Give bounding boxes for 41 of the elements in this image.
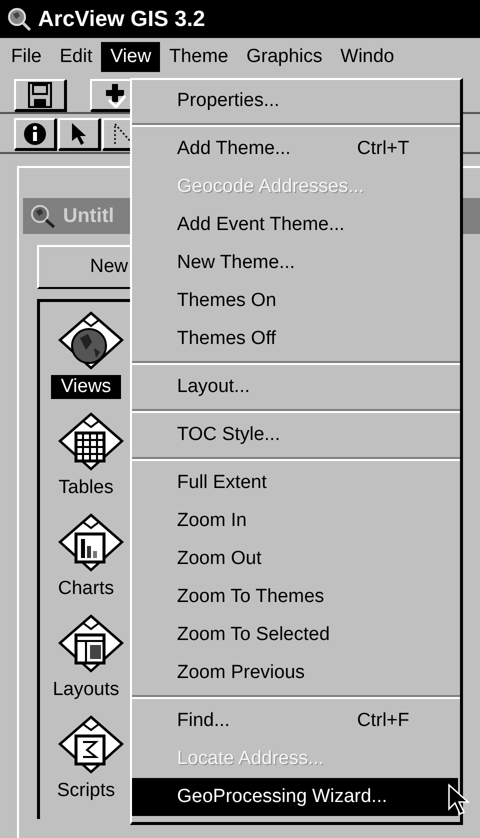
menu-bar-item[interactable]: Theme [160,42,238,72]
document-type-label[interactable]: Tables [54,476,118,500]
document-type-label[interactable]: Charts [54,577,118,601]
menu-item[interactable]: Zoom Previous [132,654,460,692]
menu-item[interactable]: Themes Off [132,320,460,358]
menu-item[interactable]: Zoom To Selected [132,616,460,654]
info-icon [23,122,47,146]
project-title: Untitl [63,204,114,228]
menu-item[interactable]: Add Theme... Ctrl+T [132,130,460,168]
globe-magnifier-icon [29,203,57,229]
plus-check-icon [103,82,129,108]
layouts-document-icon[interactable] [56,613,126,675]
menu-item[interactable]: Zoom Out [132,540,460,578]
scripts-document-icon[interactable] [56,714,126,776]
tables-document-icon[interactable] [56,411,126,473]
menu-item[interactable]: GeoProcessing Wizard... [132,778,458,816]
menu-item[interactable]: Find... Ctrl+F [132,702,460,740]
menu-bar-item[interactable]: View [101,42,160,72]
menu-bar-item[interactable]: Graphics [237,42,332,72]
document-type-label[interactable]: Layouts [48,678,124,702]
document-type-label[interactable]: Views [50,375,122,399]
menu-item[interactable]: Properties... [132,82,460,120]
menu-item[interactable]: Zoom In [132,502,460,540]
document-type-label[interactable]: Scripts [52,779,120,803]
menu-bar-item[interactable]: Windo [331,42,404,72]
menu-item[interactable]: Zoom To Themes [132,578,460,616]
identify-button[interactable] [14,118,56,150]
menu-item[interactable]: Layout... [132,368,460,406]
menu-item[interactable]: Add Event Theme... [132,206,460,244]
menu-item[interactable]: TOC Style... [132,416,460,454]
menu-item[interactable]: Full Extent [132,464,460,502]
dashed-line-icon [113,122,133,146]
save-button[interactable] [14,79,66,111]
menu-bar-item[interactable]: Edit [50,42,102,72]
charts-document-icon[interactable] [56,512,126,574]
globe-magnifier-icon [6,6,32,32]
views-document-icon[interactable] [56,310,126,372]
menu-bar-item[interactable]: File [2,42,51,72]
pointer-button[interactable] [58,118,100,150]
arrow-pointer-icon [70,122,88,146]
window-title: ArcView GIS 3.2 [38,6,206,32]
